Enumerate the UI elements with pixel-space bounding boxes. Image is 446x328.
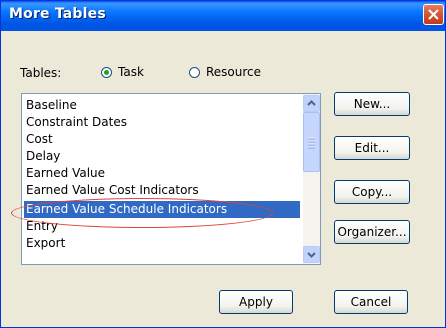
close-icon — [428, 9, 439, 20]
scroll-down-button[interactable] — [303, 246, 320, 263]
chevron-up-icon — [307, 100, 316, 106]
list-item-selected[interactable]: Earned Value Schedule Indicators — [24, 201, 300, 218]
list-item[interactable]: Earned Value — [24, 165, 300, 182]
grip-icon — [308, 137, 315, 149]
list-item[interactable]: Constraint Dates — [24, 114, 300, 131]
title-bar: More Tables — [1, 1, 445, 31]
list-item[interactable]: Export — [24, 235, 300, 252]
more-tables-dialog: More Tables Tables: Task Resource Baseli… — [0, 0, 446, 328]
list-item[interactable]: Cost — [24, 131, 300, 148]
task-radio-label[interactable]: Task — [118, 65, 144, 79]
new-button[interactable]: New... — [334, 92, 410, 116]
list-item[interactable]: Baseline — [24, 97, 300, 114]
copy-button[interactable]: Copy... — [334, 180, 410, 204]
task-radio[interactable] — [101, 67, 112, 78]
vertical-scrollbar[interactable] — [303, 94, 320, 264]
list-item[interactable]: Entry — [24, 218, 300, 235]
resource-radio-label[interactable]: Resource — [206, 65, 261, 79]
dialog-title: More Tables — [9, 6, 106, 22]
cancel-button[interactable]: Cancel — [334, 290, 408, 314]
tables-list[interactable]: Baseline Constraint Dates Cost Delay Ear… — [21, 93, 321, 265]
close-button[interactable] — [423, 4, 444, 25]
tables-label: Tables: — [20, 66, 62, 80]
scrollbar-thumb[interactable] — [303, 112, 320, 172]
scroll-up-button[interactable] — [303, 95, 320, 112]
edit-button[interactable]: Edit... — [334, 136, 410, 160]
apply-button[interactable]: Apply — [219, 290, 293, 314]
resource-radio[interactable] — [189, 67, 200, 78]
chevron-down-icon — [307, 252, 316, 258]
list-item[interactable]: Earned Value Cost Indicators — [24, 182, 300, 199]
list-item[interactable]: Delay — [24, 148, 300, 165]
organizer-button[interactable]: Organizer... — [334, 220, 410, 244]
